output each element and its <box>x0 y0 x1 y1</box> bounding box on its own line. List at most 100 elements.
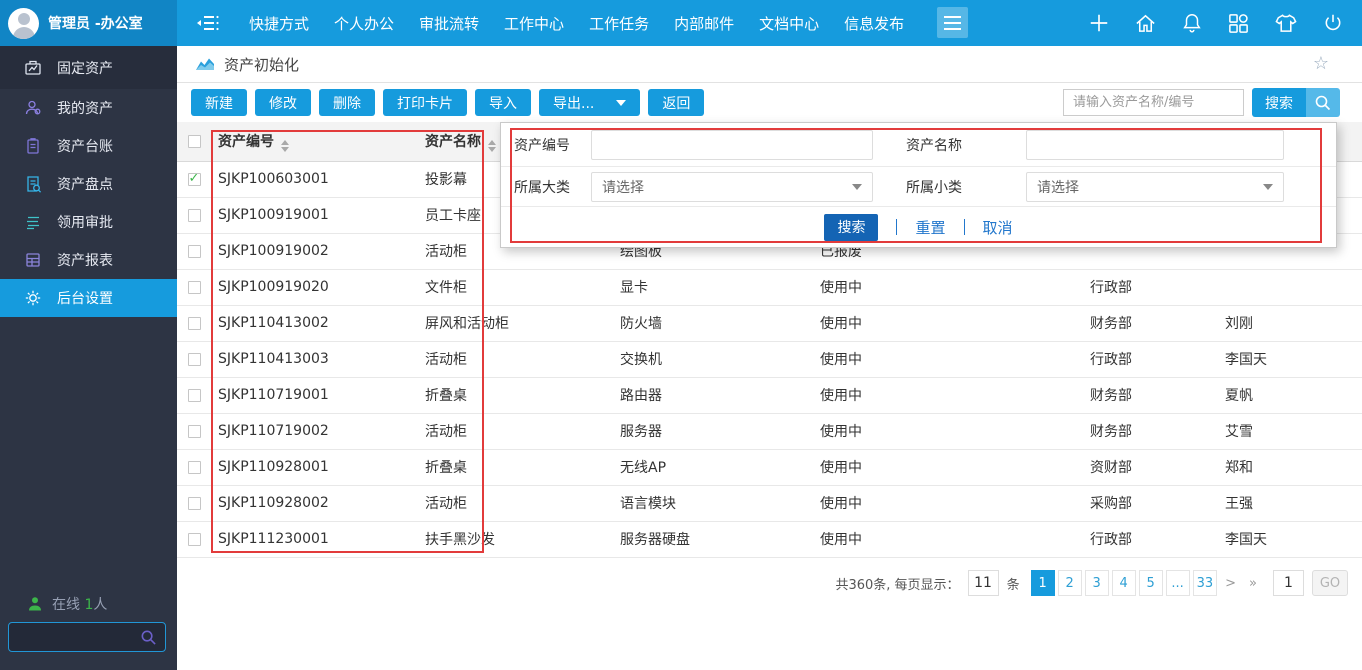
import-button[interactable]: 导入 <box>475 89 531 116</box>
panel-search-button[interactable]: 搜索 <box>824 214 878 241</box>
delete-button[interactable]: 删除 <box>319 89 375 116</box>
apps-icon[interactable] <box>1227 12 1250 35</box>
sidebar-collapse-icon[interactable] <box>194 9 224 37</box>
page-number-5[interactable]: 5 <box>1139 570 1163 596</box>
select-all-checkbox[interactable] <box>188 135 201 148</box>
sidebar-item-label: 后台设置 <box>57 288 113 308</box>
print-card-button[interactable]: 打印卡片 <box>383 89 467 116</box>
table-row: SJKP110413003活动柜交换机使用中行政部李国天 <box>177 341 1362 377</box>
chevron-down-icon <box>616 100 626 106</box>
row-checkbox[interactable] <box>188 209 201 222</box>
sidebar-item-label: 固定资产 <box>57 58 113 78</box>
menu-toggle-icon[interactable] <box>937 7 968 38</box>
toolbar: 新建 修改 删除 打印卡片 导入 导出... 返回 搜索 <box>177 83 1362 122</box>
top-menu: 快捷方式 个人办公 审批流转 工作中心 工作任务 内部邮件 文档中心 信息发布 <box>249 0 904 46</box>
user-name: 管理员 -办公室 <box>48 13 143 33</box>
search-icon[interactable] <box>140 629 157 646</box>
user-block[interactable]: 管理员 -办公室 <box>0 0 177 46</box>
reset-link[interactable]: 重置 <box>915 217 945 238</box>
page-number-33[interactable]: 33 <box>1193 570 1218 596</box>
menu-item-approval-flow[interactable]: 审批流转 <box>419 13 479 34</box>
asset-search-input[interactable] <box>1063 89 1244 116</box>
asset-name-field[interactable] <box>1026 130 1284 160</box>
chevron-down-icon <box>1263 184 1273 190</box>
sidebar-item-requisition-approval[interactable]: 领用审批 <box>0 203 177 241</box>
chevron-down-icon <box>852 184 862 190</box>
cancel-link[interactable]: 取消 <box>983 217 1013 238</box>
row-checkbox[interactable] <box>188 497 201 510</box>
gear-icon <box>24 289 42 307</box>
asset-reports-icon <box>24 251 42 269</box>
sort-icon[interactable] <box>281 140 289 152</box>
major-category-select[interactable]: 请选择 <box>591 172 873 202</box>
menu-item-work-tasks[interactable]: 工作任务 <box>589 13 649 34</box>
page-number-4[interactable]: 4 <box>1112 570 1136 596</box>
asset-name-label: 资产名称 <box>906 135 962 155</box>
row-checkbox[interactable] <box>188 173 201 186</box>
menu-item-document-center[interactable]: 文档中心 <box>759 13 819 34</box>
sidebar-item-label: 资产盘点 <box>57 174 113 194</box>
sidebar-item-label: 资产报表 <box>57 250 113 270</box>
sidebar-item-asset-inventory[interactable]: 资产盘点 <box>0 165 177 203</box>
page-size-input[interactable] <box>968 570 999 596</box>
row-checkbox[interactable] <box>188 245 201 258</box>
page-number-3[interactable]: 3 <box>1085 570 1109 596</box>
edit-button[interactable]: 修改 <box>255 89 311 116</box>
theme-shirt-icon[interactable] <box>1274 12 1298 35</box>
notifications-icon[interactable] <box>1181 12 1203 34</box>
row-checkbox[interactable] <box>188 425 201 438</box>
sidebar-item-my-assets[interactable]: 我的资产 <box>0 89 177 127</box>
sidebar-item-label: 资产台账 <box>57 136 113 156</box>
row-checkbox[interactable] <box>188 533 201 546</box>
new-button[interactable]: 新建 <box>191 89 247 116</box>
online-label: 在线 <box>52 597 80 613</box>
divider <box>964 219 965 235</box>
menu-item-shortcuts[interactable]: 快捷方式 <box>249 13 309 34</box>
row-checkbox[interactable] <box>188 461 201 474</box>
export-dropdown-button[interactable]: 导出... <box>539 89 640 116</box>
column-header-asset-name[interactable]: 资产名称 <box>425 134 481 150</box>
add-icon[interactable] <box>1088 12 1110 34</box>
sidebar-item-fixed-assets[interactable]: 固定资产 <box>0 46 177 89</box>
page-ellipsis: ... <box>1166 570 1190 596</box>
column-header-asset-code[interactable]: 资产编号 <box>218 134 274 150</box>
sidebar-item-backend-settings[interactable]: 后台设置 <box>0 279 177 317</box>
asset-inventory-icon <box>24 175 42 193</box>
advanced-search-panel: 资产编号 资产名称 所属大类 请选择 所属小类 请选择 搜索 重置 取消 <box>500 122 1337 248</box>
sidebar: 固定资产 我的资产 资产台账 资产盘点 领用审批 资产报表 后台设置 在线 1人 <box>0 46 177 670</box>
minor-category-select[interactable]: 请选择 <box>1026 172 1284 202</box>
requisition-approval-icon <box>24 213 42 231</box>
search-button[interactable]: 搜索 <box>1252 88 1306 117</box>
back-button[interactable]: 返回 <box>648 89 704 116</box>
page-jump-input[interactable] <box>1273 570 1304 596</box>
next-page-arrow[interactable]: > <box>1220 576 1241 591</box>
sidebar-item-asset-reports[interactable]: 资产报表 <box>0 241 177 279</box>
page-number-1[interactable]: 1 <box>1031 570 1055 596</box>
avatar[interactable] <box>8 8 39 39</box>
row-checkbox[interactable] <box>188 353 201 366</box>
table-row: SJKP110928002活动柜语言模块使用中采购部王强 <box>177 485 1362 521</box>
favorite-star-icon[interactable]: ☆ <box>1313 55 1329 73</box>
search-magnifier-icon[interactable] <box>1306 88 1340 117</box>
page-title-icon <box>195 56 215 72</box>
sort-icon[interactable] <box>488 140 496 152</box>
sidebar-item-asset-ledger[interactable]: 资产台账 <box>0 127 177 165</box>
row-checkbox[interactable] <box>188 281 201 294</box>
row-checkbox[interactable] <box>188 389 201 402</box>
menu-item-personal-office[interactable]: 个人办公 <box>334 13 394 34</box>
menu-item-work-center[interactable]: 工作中心 <box>504 13 564 34</box>
logout-power-icon[interactable] <box>1322 12 1344 34</box>
menu-item-info-publish[interactable]: 信息发布 <box>844 13 904 34</box>
menu-item-internal-mail[interactable]: 内部邮件 <box>674 13 734 34</box>
go-button[interactable]: GO <box>1312 570 1348 596</box>
table-row: SJKP110719002活动柜服务器使用中财务部艾雪 <box>177 413 1362 449</box>
asset-code-field[interactable] <box>591 130 873 160</box>
sidebar-search-input[interactable] <box>8 622 166 652</box>
sidebar-item-label: 我的资产 <box>57 98 113 118</box>
row-checkbox[interactable] <box>188 317 201 330</box>
pagination: 共360条, 每页显示： 条 1 2 3 4 5 ... 33 > » GO <box>835 570 1348 596</box>
last-page-arrow[interactable]: » <box>1244 576 1262 591</box>
page-number-2[interactable]: 2 <box>1058 570 1082 596</box>
home-icon[interactable] <box>1134 12 1157 35</box>
divider <box>896 219 897 235</box>
